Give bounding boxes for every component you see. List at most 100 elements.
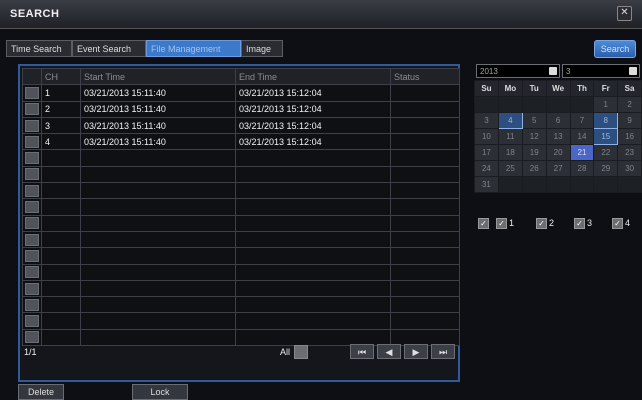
empty-cell <box>41 263 81 281</box>
cell-start-time: 03/21/2013 15:11:40 <box>80 116 236 135</box>
table-row[interactable]: 3 03/21/2013 15:11:40 03/21/2013 15:12:0… <box>22 116 460 135</box>
empty-cell <box>80 312 236 330</box>
last-page-button[interactable]: ⏭ <box>431 344 455 359</box>
empty-cell <box>390 230 460 249</box>
row-checkbox[interactable] <box>25 249 39 262</box>
empty-cell <box>390 312 460 330</box>
col-header-status: Status <box>390 67 460 86</box>
channel-2-checkbox[interactable]: ✓ <box>536 218 547 229</box>
calendar-day-18[interactable]: 18 <box>497 144 523 161</box>
calendar-empty-cell <box>474 96 499 113</box>
close-icon[interactable]: ✕ <box>617 6 632 21</box>
empty-cell <box>235 279 391 298</box>
calendar-day-11[interactable]: 11 <box>497 128 523 145</box>
calendar-day-31[interactable]: 31 <box>474 176 499 193</box>
table-row[interactable]: 1 03/21/2013 15:11:40 03/21/2013 15:12:0… <box>22 84 460 102</box>
calendar-day-5[interactable]: 5 <box>521 112 547 129</box>
calendar-day-15[interactable]: 15 <box>593 128 619 145</box>
prev-page-button[interactable]: ◀ <box>377 344 401 359</box>
calendar-grid: Su Mo Tu We Th Fr Sa 1 2 3 4 5 6 7 8 9 10 11 12 13 14 15 16 17… <box>474 80 642 193</box>
row-checkbox[interactable] <box>25 201 39 214</box>
search-button[interactable]: Search <box>594 40 636 58</box>
channel-3-checkbox[interactable]: ✓ <box>574 218 585 229</box>
calendar-day-30[interactable]: 30 <box>617 160 642 177</box>
calendar-day-16[interactable]: 16 <box>617 128 642 145</box>
cell-end-time: 03/21/2013 15:12:04 <box>235 133 391 151</box>
calendar-day-12[interactable]: 12 <box>521 128 547 145</box>
calendar-day-1[interactable]: 1 <box>593 96 619 113</box>
calendar-day-28[interactable]: 28 <box>569 160 595 177</box>
calendar-day-14[interactable]: 14 <box>569 128 595 145</box>
row-checkbox[interactable] <box>25 217 39 230</box>
calendar-day-7[interactable]: 7 <box>569 112 595 129</box>
row-checkbox[interactable] <box>25 184 39 197</box>
month-select[interactable]: 3 <box>562 64 640 78</box>
row-checkbox[interactable] <box>25 152 39 165</box>
tab-event-search[interactable]: Event Search <box>72 40 146 57</box>
calendar-empty-cell <box>497 176 523 193</box>
empty-cell <box>390 279 460 298</box>
empty-cell <box>80 230 236 249</box>
header-checkbox-cell <box>22 67 42 86</box>
calendar-day-24[interactable]: 24 <box>474 160 499 177</box>
row-checkbox[interactable] <box>25 266 39 279</box>
weekday-row: Su Mo Tu We Th Fr Sa <box>474 80 642 97</box>
channel-all-checkbox[interactable]: ✓ <box>478 218 489 229</box>
row-checkbox[interactable] <box>25 298 39 311</box>
row-checkbox[interactable] <box>25 135 39 148</box>
calendar-day-17[interactable]: 17 <box>474 144 499 161</box>
cell-ch: 1 <box>41 84 81 102</box>
calendar-day-19[interactable]: 19 <box>521 144 547 161</box>
next-page-button[interactable]: ▶ <box>404 344 428 359</box>
calendar-day-10[interactable]: 10 <box>474 128 499 145</box>
table-row[interactable]: 4 03/21/2013 15:11:40 03/21/2013 15:12:0… <box>22 133 460 151</box>
empty-checkbox-cell <box>22 263 42 281</box>
channel-4-checkbox[interactable]: ✓ <box>612 218 623 229</box>
row-checkbox[interactable] <box>25 168 39 181</box>
empty-cell <box>235 247 391 265</box>
calendar-day-25[interactable]: 25 <box>497 160 523 177</box>
cell-ch: 4 <box>41 133 81 151</box>
calendar-day-29[interactable]: 29 <box>593 160 619 177</box>
row-checkbox[interactable] <box>25 119 39 132</box>
row-checkbox[interactable] <box>25 315 39 328</box>
table-row[interactable]: 2 03/21/2013 15:11:40 03/21/2013 15:12:0… <box>22 100 460 118</box>
calendar-day-9[interactable]: 9 <box>617 112 642 129</box>
calendar-day-8[interactable]: 8 <box>593 112 619 129</box>
empty-checkbox-cell <box>22 279 42 298</box>
channel-1-checkbox[interactable]: ✓ <box>496 218 507 229</box>
empty-cell <box>41 182 81 200</box>
calendar-day-22[interactable]: 22 <box>593 144 619 161</box>
table-row-empty <box>22 296 460 314</box>
calendar-day-20[interactable]: 20 <box>545 144 571 161</box>
calendar-day-2[interactable]: 2 <box>617 96 642 113</box>
empty-cell <box>235 263 391 281</box>
tab-time-search[interactable]: Time Search <box>6 40 72 57</box>
calendar-day-21[interactable]: 21 <box>569 144 595 161</box>
year-select[interactable]: 2013 <box>476 64 560 78</box>
col-header-ch: CH <box>41 67 81 86</box>
tab-image[interactable]: Image <box>241 40 283 57</box>
empty-cell <box>235 230 391 249</box>
calendar-day-6[interactable]: 6 <box>545 112 571 129</box>
row-checkbox[interactable] <box>25 233 39 246</box>
first-page-button[interactable]: ⏮ <box>350 344 374 359</box>
tab-file-management[interactable]: File Management <box>146 40 241 57</box>
calendar-day-4[interactable]: 4 <box>497 112 523 129</box>
table-row-empty <box>22 230 460 249</box>
row-checkbox[interactable] <box>25 103 39 116</box>
calendar-day-13[interactable]: 13 <box>545 128 571 145</box>
calendar-day-3[interactable]: 3 <box>474 112 499 129</box>
calendar-day-27[interactable]: 27 <box>545 160 571 177</box>
delete-button[interactable]: Delete <box>18 384 64 400</box>
calendar-day-23[interactable]: 23 <box>617 144 642 161</box>
calendar-day-26[interactable]: 26 <box>521 160 547 177</box>
row-checkbox[interactable] <box>25 86 39 99</box>
channel-3-label: 3 <box>587 218 593 228</box>
lock-button[interactable]: Lock <box>132 384 188 400</box>
cell-end-time: 03/21/2013 15:12:04 <box>235 84 391 102</box>
empty-cell <box>80 182 236 200</box>
row-checkbox[interactable] <box>25 282 39 295</box>
empty-cell <box>390 198 460 216</box>
select-all-checkbox[interactable] <box>294 345 308 359</box>
